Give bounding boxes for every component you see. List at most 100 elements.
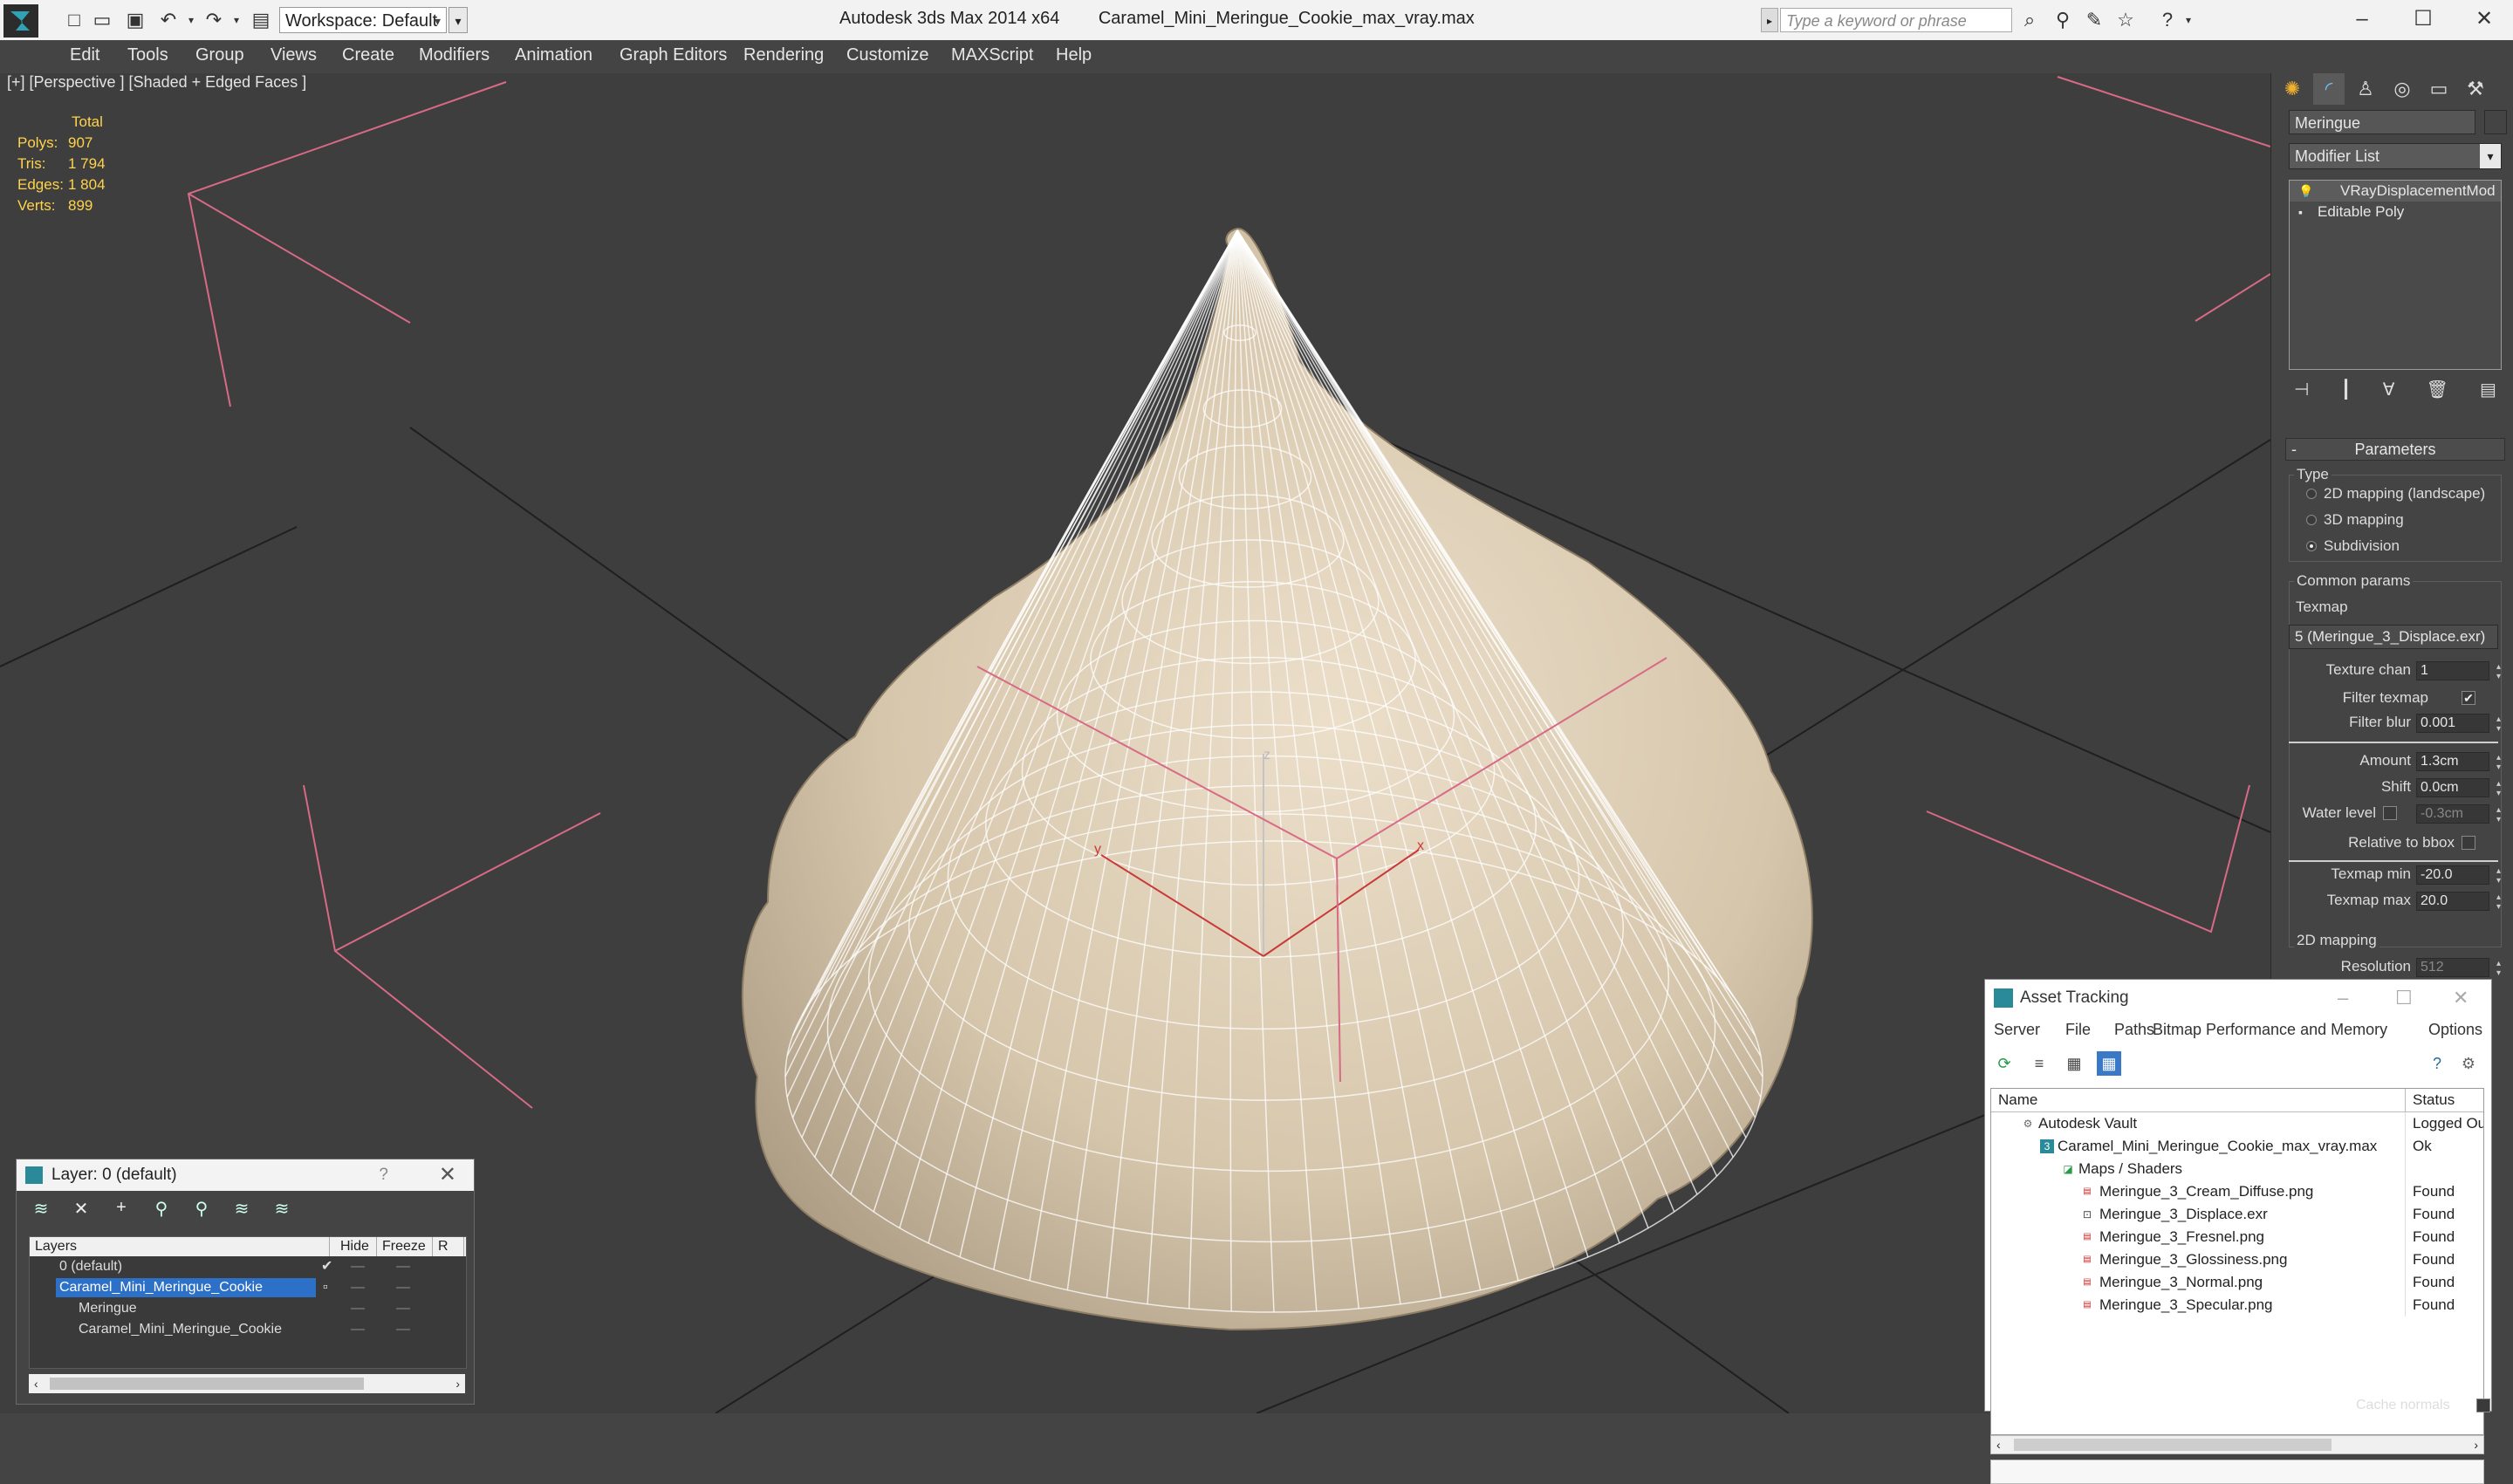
asset-row[interactable]: ⚙ Autodesk Vault Logged Ou [1991, 1112, 2483, 1135]
undo-dropdown-icon[interactable]: ▾ [180, 9, 202, 31]
layer-row[interactable]: 0 (default) ✔ — — [30, 1256, 466, 1277]
make-unique-icon[interactable]: ∀ [2383, 379, 2395, 405]
create-tab-icon[interactable]: ✺ [2277, 73, 2308, 105]
asset-menu-paths[interactable]: Paths [2114, 1016, 2154, 1043]
menu-customize[interactable]: Customize [846, 45, 928, 65]
amount-spinner[interactable]: 1.3cm [2416, 752, 2506, 772]
col-layers[interactable]: Layers [30, 1237, 330, 1256]
hide-toggle[interactable]: — [351, 1256, 365, 1277]
expand-icon[interactable]: ▪ [2298, 202, 2303, 222]
scroll-left-icon[interactable]: ‹ [34, 1374, 38, 1393]
layer-horizontal-scrollbar[interactable]: ‹ › [29, 1374, 465, 1393]
cache-normals-checkbox[interactable] [2476, 1399, 2490, 1412]
asset-row[interactable]: ◪ Maps / Shaders [1991, 1158, 2483, 1180]
freeze-toggle[interactable]: — [396, 1256, 410, 1277]
maximize-icon[interactable]: ☐ [2400, 3, 2447, 35]
scroll-thumb[interactable] [2014, 1439, 2332, 1451]
add-to-layer-icon[interactable]: + [109, 1198, 134, 1224]
asset-row[interactable]: ▤ Meringue_3_Cream_Diffuse.png Found [1991, 1180, 2483, 1203]
workspace-select[interactable]: Workspace: Default ▾ [279, 7, 447, 33]
filter-blur-spinner[interactable]: 0.001 [2416, 714, 2506, 734]
scroll-thumb[interactable] [50, 1378, 364, 1390]
texmap-button[interactable]: 5 (Meringue_3_Displace.exr) [2289, 625, 2498, 649]
menu-animation[interactable]: Animation [515, 45, 592, 65]
redo-dropdown-icon[interactable]: ▾ [225, 9, 248, 31]
save-file-icon[interactable]: ▣ [124, 9, 147, 31]
hide-toggle[interactable]: — [351, 1319, 365, 1340]
col-freeze[interactable]: Freeze [377, 1237, 433, 1256]
active-check-icon[interactable]: ✔ [321, 1256, 332, 1277]
menu-graph-editors[interactable]: Graph Editors [620, 45, 727, 65]
layer-row[interactable]: Caramel_Mini_Meringue_Cookie — — [30, 1319, 466, 1340]
hierarchy-tab-icon[interactable]: ♙ [2350, 73, 2381, 105]
list-view-icon[interactable]: ≡ [2027, 1051, 2051, 1076]
menu-rendering[interactable]: Rendering [743, 45, 824, 65]
lightbulb-icon[interactable]: 💡 [2298, 181, 2313, 202]
asset-row[interactable]: ▤ Meringue_3_Glossiness.png Found [1991, 1248, 2483, 1271]
minimize-icon[interactable]: – [2338, 3, 2386, 35]
col-hide[interactable]: Hide [335, 1237, 377, 1256]
water-level-spinner[interactable]: -0.3cm [2416, 804, 2506, 824]
modifier-list-dropdown[interactable]: Modifier List ▾ [2289, 143, 2502, 169]
scroll-right-icon[interactable]: › [455, 1374, 460, 1393]
layer-row[interactable]: Caramel_Mini_Meringue_Cookie ▫ — — [30, 1277, 466, 1298]
quick-access-dropdown[interactable]: ▾ [449, 7, 468, 33]
delete-layer-icon[interactable]: ✕ [69, 1198, 93, 1224]
asset-menu-server[interactable]: Server [1994, 1016, 2040, 1043]
close-icon[interactable]: ✕ [439, 1159, 456, 1191]
close-icon[interactable]: ✕ [2453, 980, 2468, 1016]
communication-icon[interactable]: ✎ [2082, 8, 2106, 32]
remove-modifier-icon[interactable]: 🗑 [2427, 379, 2448, 405]
scroll-left-icon[interactable]: ‹ [1996, 1436, 2001, 1453]
favorites-icon[interactable]: ☆ [2113, 8, 2138, 32]
asset-row[interactable]: 3 Caramel_Mini_Meringue_Cookie_max_vray.… [1991, 1135, 2483, 1158]
stack-item-vraydisplacementmod[interactable]: 💡 VRayDisplacementMod [2290, 181, 2501, 202]
menu-help[interactable]: Help [1056, 45, 1092, 65]
display-tab-icon[interactable]: ▭ [2423, 73, 2455, 105]
relative-bbox-checkbox[interactable] [2462, 836, 2475, 850]
table-view-icon[interactable]: ▦ [2097, 1051, 2121, 1076]
show-end-result-icon[interactable]: ┃ [2341, 379, 2352, 405]
menu-maxscript[interactable]: MAXScript [951, 45, 1033, 65]
asset-window-titlebar[interactable]: Asset Tracking – ☐ ✕ [1985, 980, 2491, 1016]
asset-row[interactable]: ⊡ Meringue_3_Displace.exr Found [1991, 1203, 2483, 1226]
new-layer-icon[interactable]: ≋ [29, 1198, 53, 1224]
thumbnail-view-icon[interactable]: ▦ [2062, 1051, 2086, 1076]
radio-3d-mapping[interactable]: 3D mapping [2301, 511, 2404, 529]
freeze-toggle[interactable]: — [396, 1319, 410, 1340]
subscription-icon[interactable]: ⚲ [2051, 8, 2075, 32]
menu-tools[interactable]: Tools [127, 45, 168, 65]
search-expand-icon[interactable]: ▸ [1761, 8, 1778, 32]
object-color-swatch[interactable] [2484, 110, 2507, 134]
menu-modifiers[interactable]: Modifiers [419, 45, 490, 65]
asset-menu-options[interactable]: Options [2428, 1016, 2482, 1043]
modify-tab-icon[interactable]: ◜ [2313, 73, 2345, 105]
undo-icon[interactable]: ↶ [157, 9, 180, 31]
help-icon[interactable]: ? [379, 1159, 388, 1191]
radio-2d-mapping[interactable]: 2D mapping (landscape) [2301, 485, 2485, 503]
highlight-layer-icon[interactable]: ⚲ [189, 1198, 214, 1224]
menu-group[interactable]: Group [195, 45, 244, 65]
redo-icon[interactable]: ↷ [202, 9, 225, 31]
radio-subdivision[interactable]: Subdivision [2301, 537, 2400, 555]
help-icon[interactable]: ? [2425, 1051, 2449, 1076]
stack-item-editable-poly[interactable]: ▪ Editable Poly [2290, 202, 2501, 222]
asset-menu-file[interactable]: File [2065, 1016, 2091, 1043]
pin-stack-icon[interactable]: ⊣ [2294, 379, 2309, 405]
shift-spinner[interactable]: 0.0cm [2416, 778, 2506, 798]
menu-views[interactable]: Views [270, 45, 317, 65]
resolution-spinner[interactable]: 512 [2416, 958, 2506, 978]
hide-toggle[interactable]: — [351, 1298, 365, 1319]
water-level-checkbox[interactable] [2383, 806, 2397, 820]
minimize-icon[interactable]: – [2338, 980, 2348, 1016]
asset-row[interactable]: ▤ Meringue_3_Fresnel.png Found [1991, 1226, 2483, 1248]
app-logo[interactable] [3, 4, 38, 38]
maximize-icon[interactable]: ☐ [2395, 980, 2413, 1016]
asset-row[interactable]: ▤ Meringue_3_Normal.png Found [1991, 1271, 2483, 1294]
col-status[interactable]: Status [2405, 1089, 2455, 1111]
object-name-field[interactable]: Meringue [2289, 110, 2475, 134]
open-file-icon[interactable]: ▭ [91, 9, 113, 31]
utilities-tab-icon[interactable]: ⚒ [2460, 73, 2491, 105]
filter-texmap-checkbox[interactable]: ✔ [2462, 691, 2475, 705]
hide-all-layers-icon[interactable]: ≋ [229, 1198, 254, 1224]
